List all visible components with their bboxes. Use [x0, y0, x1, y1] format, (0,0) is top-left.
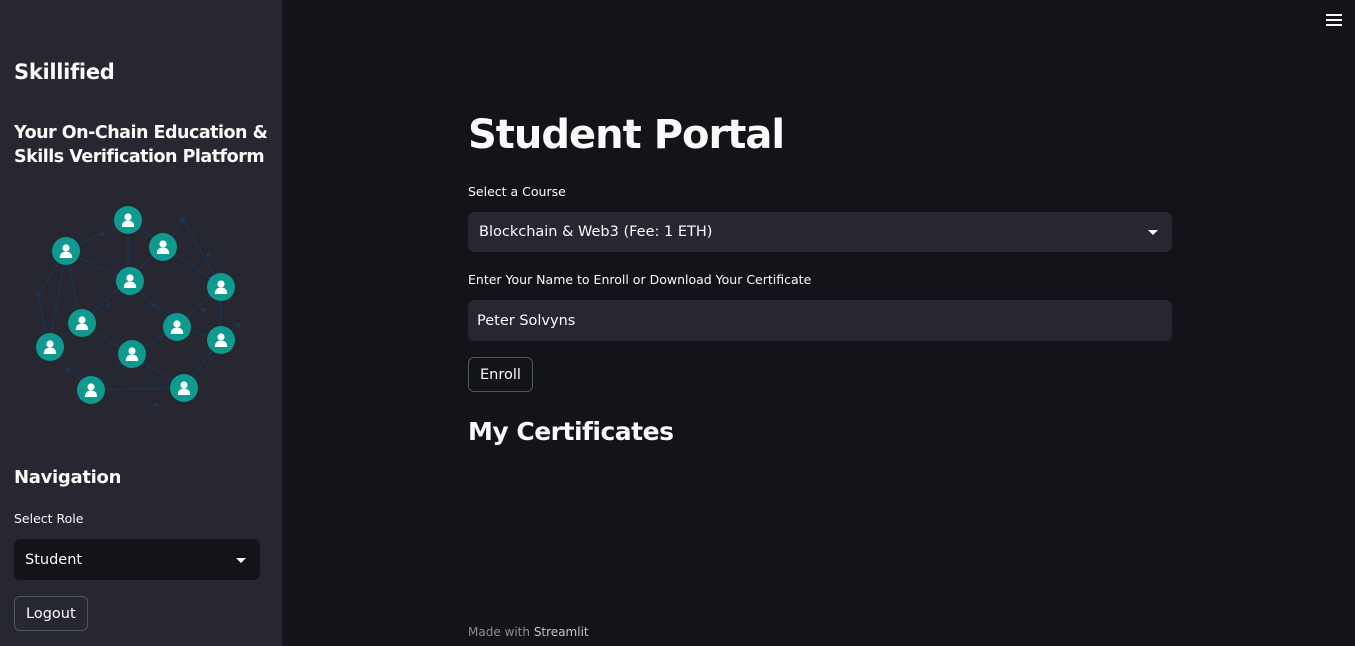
sidebar: Skillified Your On-Chain Education & Ski…	[0, 0, 282, 646]
name-input[interactable]	[468, 300, 1172, 341]
name-input-label: Enter Your Name to Enroll or Download Yo…	[468, 272, 812, 287]
chevron-down-icon	[1148, 230, 1158, 235]
hamburger-menu-icon[interactable]	[1326, 14, 1342, 26]
footer-prefix: Made with	[468, 625, 530, 639]
footer: Made with Streamlit	[468, 625, 589, 639]
course-select-label: Select a Course	[468, 184, 566, 199]
chevron-down-icon	[236, 557, 246, 563]
course-select-value: Blockchain & Web3 (Fee: 1 ETH)	[479, 224, 713, 240]
streamlit-link[interactable]: Streamlit	[534, 625, 589, 639]
role-select-value: Student	[25, 551, 83, 568]
certificates-heading: My Certificates	[468, 417, 674, 446]
navigation-heading: Navigation	[14, 467, 122, 488]
select-role-label: Select Role	[14, 511, 84, 526]
role-select[interactable]: Student	[14, 539, 260, 580]
enroll-button[interactable]: Enroll	[468, 357, 533, 392]
page-title: Student Portal	[468, 112, 785, 158]
app-tagline: Your On-Chain Education & Skills Verific…	[14, 123, 268, 167]
logout-button[interactable]: Logout	[14, 596, 88, 631]
course-select[interactable]: Blockchain & Web3 (Fee: 1 ETH)	[468, 212, 1172, 252]
app-title: Skillified	[14, 60, 115, 84]
user-network-illustration	[35, 206, 241, 407]
